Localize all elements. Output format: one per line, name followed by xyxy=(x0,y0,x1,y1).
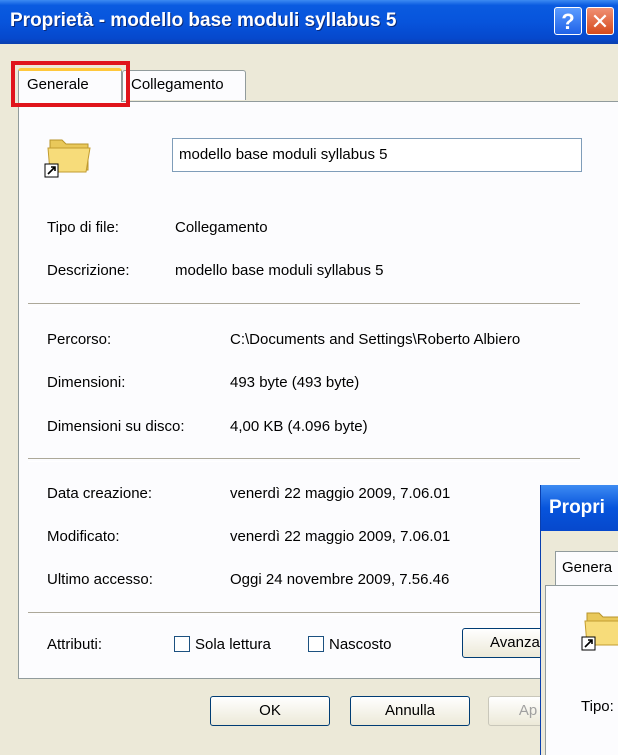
tipo-label: Tipo di file: xyxy=(47,219,119,236)
separator xyxy=(28,458,580,462)
name-field[interactable]: modello base moduli syllabus 5 xyxy=(172,138,582,172)
dimensioni-disco-value: 4,00 KB (4.096 byte) xyxy=(230,418,368,435)
ultimo-accesso-value: Oggi 24 novembre 2009, 7.56.46 xyxy=(230,571,450,588)
window-title: Proprietà - modello base moduli syllabus… xyxy=(10,10,397,31)
separator xyxy=(28,303,580,307)
ok-button[interactable]: OK xyxy=(210,696,330,726)
nascosto-checkbox[interactable] xyxy=(308,636,324,652)
dimensioni-value: 493 byte (493 byte) xyxy=(230,374,360,391)
nascosto-label[interactable]: Nascosto xyxy=(329,636,392,653)
title-bar[interactable]: Proprietà - modello base moduli syllabus… xyxy=(0,0,618,44)
sola-lettura-checkbox[interactable] xyxy=(174,636,190,652)
attributi-label: Attributi: xyxy=(47,636,103,653)
second-window-tipo-label: Tipo: xyxy=(581,698,614,715)
percorso-label: Percorso: xyxy=(47,331,112,348)
help-button[interactable]: ? xyxy=(554,7,582,35)
modificato-label: Modificato: xyxy=(47,528,120,545)
second-window-title-bar[interactable]: Propri xyxy=(541,485,618,531)
percorso-value: C:\Documents and Settings\Roberto Albier… xyxy=(230,331,521,348)
second-window-title: Propri xyxy=(549,497,605,518)
close-button[interactable]: ✕ xyxy=(586,7,614,35)
annulla-button[interactable]: Annulla xyxy=(350,696,470,726)
data-creazione-label: Data creazione: xyxy=(47,485,153,502)
tab-collegamento[interactable]: Collegamento xyxy=(122,70,246,100)
second-properties-window[interactable]: Propri Genera Tipo: xyxy=(540,485,618,755)
tipo-value: Collegamento xyxy=(175,219,268,236)
sola-lettura-label[interactable]: Sola lettura xyxy=(195,636,271,653)
separator xyxy=(28,612,580,616)
folder-shortcut-icon xyxy=(581,612,618,651)
descrizione-label: Descrizione: xyxy=(47,262,130,279)
descrizione-value: modello base moduli syllabus 5 xyxy=(175,262,384,279)
ultimo-accesso-label: Ultimo accesso: xyxy=(47,571,153,588)
modificato-value: venerdì 22 maggio 2009, 7.06.01 xyxy=(230,528,451,545)
dimensioni-label: Dimensioni: xyxy=(47,374,126,391)
data-creazione-value: venerdì 22 maggio 2009, 7.06.01 xyxy=(230,485,451,502)
folder-shortcut-icon xyxy=(44,139,91,178)
dimensioni-disco-label: Dimensioni su disco: xyxy=(47,418,185,435)
red-highlight-box xyxy=(11,61,130,107)
second-window-tab-generale[interactable]: Genera xyxy=(555,551,618,585)
